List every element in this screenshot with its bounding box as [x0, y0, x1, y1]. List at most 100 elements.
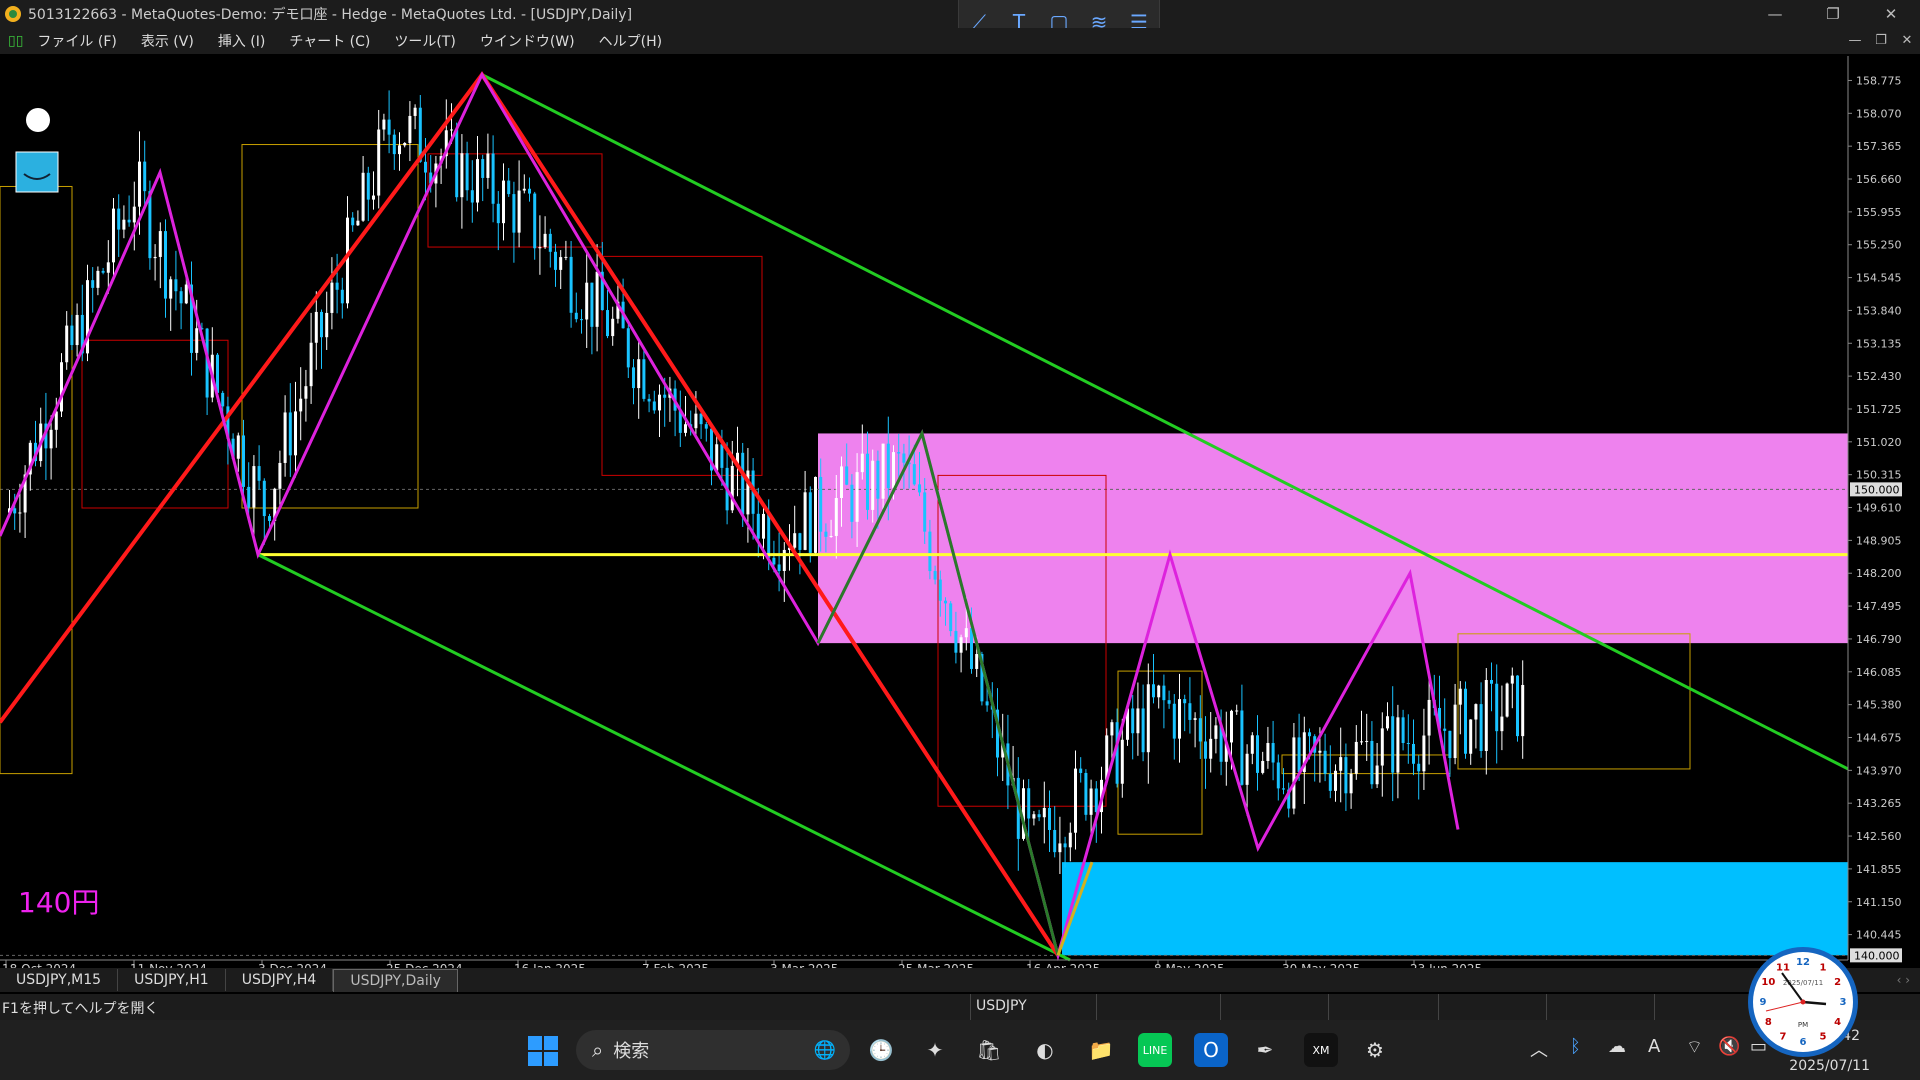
pen-tool-icon[interactable]: ✒ [1248, 1033, 1282, 1067]
candle-body [127, 219, 131, 223]
tab-usdjpy-m15[interactable]: USDJPY,M15 [0, 969, 119, 991]
wifi-icon[interactable]: ⌔ [1686, 1036, 1703, 1059]
candle-body [959, 637, 963, 653]
candle-body [892, 452, 895, 489]
taskbar-date[interactable]: 2025/07/11 [1789, 1058, 1870, 1074]
candle-body [824, 531, 828, 537]
candle-body [387, 119, 391, 135]
volume-muted-icon[interactable]: 🔇 [1718, 1036, 1740, 1057]
xm-trading-icon[interactable]: XM [1304, 1033, 1338, 1067]
candle-body [1193, 718, 1197, 720]
candle-body [1344, 757, 1348, 794]
line-app-icon[interactable]: LINE [1138, 1033, 1172, 1067]
price-marker: 140.000 [1854, 949, 1900, 962]
candle-body [1495, 683, 1499, 732]
menu-chart[interactable]: チャート (C) [289, 31, 370, 51]
clock-app-icon[interactable]: 🕒 [864, 1033, 898, 1067]
candle-body [96, 270, 100, 288]
candle-body [834, 498, 838, 536]
price-label: 142.560 [1856, 830, 1902, 843]
menu-help[interactable]: ヘルプ(H) [599, 31, 662, 51]
candle-body [569, 256, 573, 313]
outlook-icon[interactable]: O [1194, 1033, 1228, 1067]
candle-body [1037, 814, 1041, 818]
clock-numeral: 8 [1765, 1017, 1772, 1028]
ime-icon[interactable]: A [1648, 1036, 1660, 1057]
menu-tools[interactable]: ツール(T) [394, 31, 455, 51]
menu-window[interactable]: ウインドウ(W) [480, 31, 575, 51]
tab-usdjpy-h1[interactable]: USDJPY,H1 [118, 969, 226, 991]
candle-body [912, 464, 916, 485]
candle-body [112, 208, 115, 263]
mdi-minimize-icon[interactable]: — [1842, 28, 1868, 54]
start-button[interactable] [528, 1036, 558, 1066]
candle-body [632, 367, 635, 389]
price-chart[interactable]: 158.775 158.070 157.365 156.660 155.955 155.2… [0, 56, 1920, 968]
candle-body [803, 492, 807, 550]
chart-canvas[interactable]: 158.775 158.070 157.365 156.660 155.955 155.2… [0, 56, 1920, 968]
taskbar-search[interactable]: ⌕ 検索 🌐 [576, 1030, 850, 1070]
bluetooth-icon[interactable]: ᛒ [1570, 1036, 1581, 1057]
tab-usdjpy-h4[interactable]: USDJPY,H4 [226, 969, 334, 991]
price-label: 143.970 [1856, 764, 1902, 777]
candle-body [1521, 684, 1525, 737]
candle-body [897, 452, 901, 454]
candle-body [392, 134, 396, 155]
menu-view[interactable]: 表示 (V) [141, 31, 194, 51]
candle-body [424, 161, 427, 173]
candle-body [1230, 710, 1233, 743]
candle-body [767, 513, 771, 558]
candle-body [236, 435, 240, 459]
candle-body [611, 318, 615, 337]
candle-body [1349, 773, 1353, 794]
clock-numeral: 10 [1761, 977, 1775, 988]
price-label: 151.020 [1856, 436, 1902, 449]
candle-body [1365, 740, 1369, 742]
mdi-restore-icon[interactable]: ❐ [1868, 28, 1894, 54]
candle-body [1042, 807, 1046, 818]
search-placeholder: 検索 [613, 1041, 650, 1062]
candle-body [325, 312, 329, 338]
metatrader-taskbar-icon[interactable]: ⚙ [1358, 1033, 1392, 1067]
candle-body [1484, 680, 1488, 751]
menu-insert[interactable]: 挿入 (I) [218, 31, 266, 51]
tray-expand-icon[interactable]: ︿ [1530, 1036, 1548, 1062]
candle-body [1490, 680, 1493, 684]
candle-body [1297, 737, 1301, 773]
clock-numeral: 7 [1780, 1032, 1787, 1043]
candle-body [1505, 683, 1509, 717]
candle-body [294, 411, 297, 456]
onedrive-icon[interactable]: ☁ [1608, 1036, 1626, 1057]
candle-body [1183, 699, 1187, 704]
candle-body [1318, 750, 1322, 753]
candle-body [528, 188, 531, 194]
restore-button[interactable]: ❐ [1804, 0, 1862, 28]
candle-body [450, 129, 453, 131]
candle-body [1157, 685, 1161, 698]
candle-body [486, 153, 490, 178]
edge-browser-icon[interactable]: ◐ [1028, 1033, 1062, 1067]
clock-numeral: 9 [1760, 997, 1767, 1008]
candle-body [845, 466, 849, 485]
candle-body [1396, 717, 1400, 773]
candle-body [808, 492, 812, 553]
mdi-close-icon[interactable]: ✕ [1894, 28, 1920, 54]
candle-body [1448, 730, 1452, 759]
store-icon[interactable]: 🛍 [972, 1033, 1006, 1067]
file-explorer-icon[interactable]: 📁 [1084, 1033, 1118, 1067]
candle-body [871, 460, 875, 510]
candle-body [1256, 735, 1259, 773]
minimize-button[interactable]: — [1746, 0, 1804, 28]
candle-body [928, 531, 932, 572]
clock-numeral: 11 [1776, 962, 1790, 973]
tab-usdjpy-daily[interactable]: USDJPY,Daily [333, 968, 458, 992]
candle-body [517, 190, 521, 233]
candle-body [881, 443, 885, 499]
tab-scroll-arrows[interactable]: ‹ › [1897, 968, 1910, 992]
candle-body [491, 153, 495, 204]
search-highlight-icon: 🌐 [813, 1039, 836, 1061]
copilot-icon[interactable]: ✦ [918, 1033, 952, 1067]
close-button[interactable]: ✕ [1862, 0, 1920, 28]
price-label: 158.070 [1856, 107, 1902, 120]
menu-file[interactable]: ファイル (F) [37, 31, 116, 51]
